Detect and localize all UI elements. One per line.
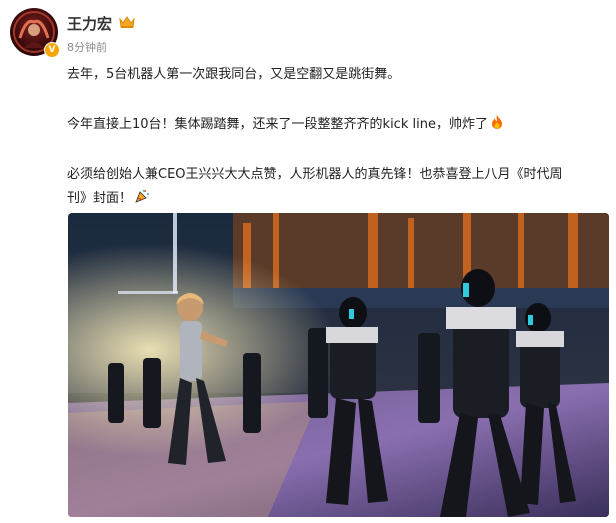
crown-member-icon[interactable] [118,14,136,34]
post-text-line-3: 必须给创始人兼CEO王兴兴大大点赞，人形机器人的真先锋！也恭喜登上八月《时代周 [67,167,563,182]
post-text-line-1: 去年，5台机器人第一次跟我同台，又是空翻又是跳街舞。 [67,67,401,82]
post-time[interactable]: 8分钟前 [67,39,107,55]
stage-performance-image [68,213,609,517]
post-text-line-2-text: 今年直接上10台！集体踢踏舞，还来了一段整整齐齐的kick line，帅炸了 [67,117,488,132]
post-photo[interactable] [68,213,609,517]
post-text-line-4-text: 刊》封面！ [67,191,133,206]
post-text-line-2: 今年直接上10台！集体踢踏舞，还来了一段整整齐齐的kick line，帅炸了 [67,113,504,134]
fire-icon [490,114,504,134]
post-text-line-4: 刊》封面！ [67,187,150,208]
party-popper-icon [134,188,150,208]
verified-badge-icon: V [44,42,60,58]
author-name[interactable]: 王力宏 [67,13,112,34]
